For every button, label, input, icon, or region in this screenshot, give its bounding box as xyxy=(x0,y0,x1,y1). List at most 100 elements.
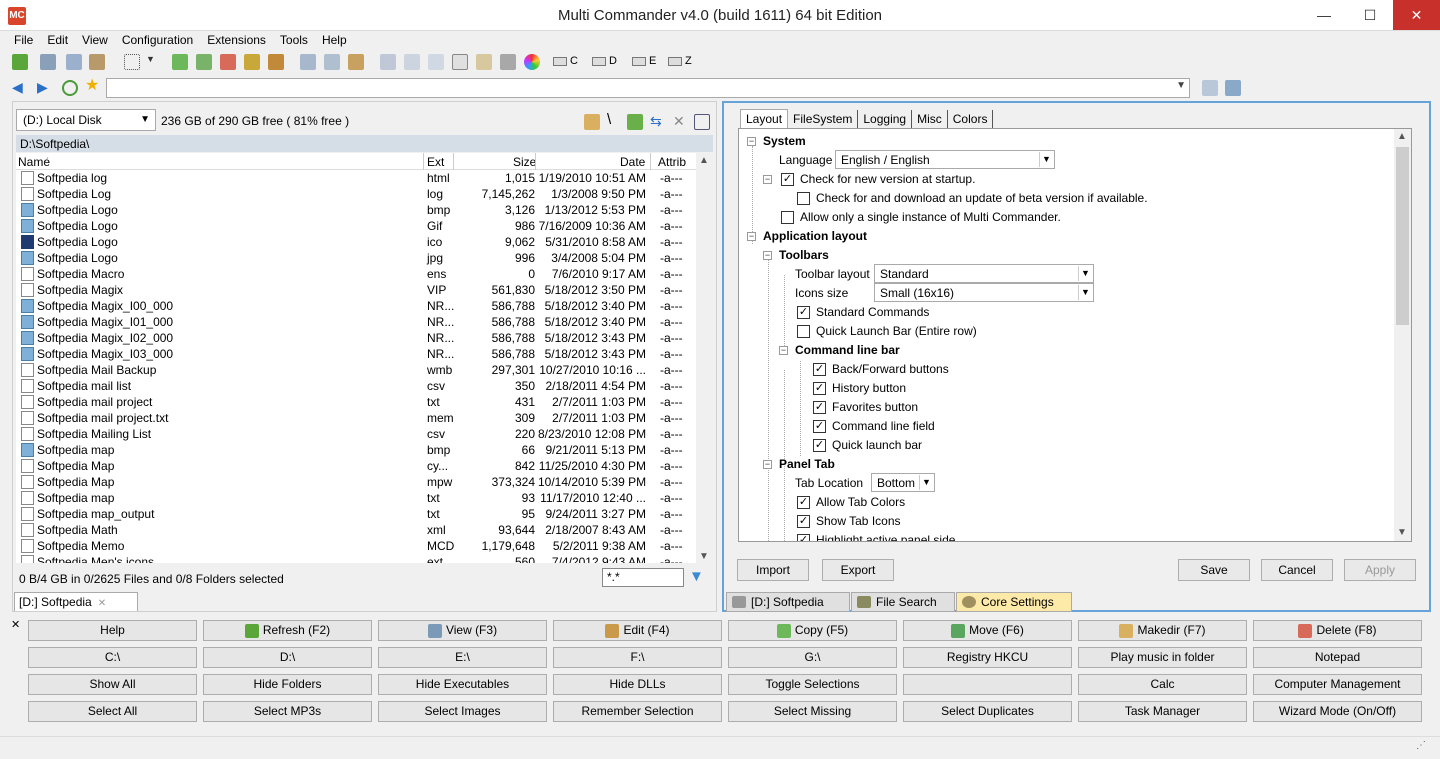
color-icon[interactable] xyxy=(524,54,540,70)
unpack-icon[interactable] xyxy=(268,54,284,70)
path-bar[interactable]: D:\Softpedia\ xyxy=(16,135,713,152)
quick-button-select-mp3s[interactable]: Select MP3s xyxy=(203,701,372,722)
history-icon[interactable] xyxy=(62,80,78,96)
sync-panels-icon[interactable]: ✕ xyxy=(673,114,689,130)
vertical-scrollbar[interactable]: ▲ ▼ xyxy=(696,153,713,563)
drive-c-button[interactable]: C xyxy=(553,55,578,67)
move-file-icon[interactable] xyxy=(196,54,212,70)
file-row[interactable]: Softpedia Math xml 93,644 2/18/2007 8:43 AM… xyxy=(16,522,696,538)
properties-icon[interactable] xyxy=(452,54,468,70)
quick-button-registry-hkcu[interactable]: Registry HKCU xyxy=(903,647,1072,668)
quick-button-copy-f5[interactable]: Copy (F5) xyxy=(728,620,897,641)
tab-core-settings[interactable]: Core Settings xyxy=(956,592,1072,612)
apply-button[interactable]: Apply xyxy=(1344,559,1416,581)
file-row[interactable]: Softpedia mail project.txt mem 309 2/7/2011… xyxy=(16,410,696,426)
file-row[interactable]: Softpedia Magix_I00_000 NR... 586,788 5/18/… xyxy=(16,298,696,314)
scroll-up-icon[interactable]: ▲ xyxy=(1397,131,1407,142)
file-row[interactable]: Softpedia Logo bmp 3,126 1/13/2012 5:53 PM -… xyxy=(16,202,696,218)
quick-button-view-f3[interactable]: View (F3) xyxy=(378,620,547,641)
column-ext[interactable]: Ext xyxy=(427,155,444,169)
cut-icon[interactable] xyxy=(40,54,56,70)
delete-file-icon[interactable] xyxy=(220,54,236,70)
file-row[interactable]: Softpedia Mail Backup wmb 297,301 10/27/201… xyxy=(16,362,696,378)
scroll-down-icon[interactable]: ▼ xyxy=(699,551,709,562)
filter-input[interactable]: *.* xyxy=(602,568,684,587)
quick-button-select-images[interactable]: Select Images xyxy=(378,701,547,722)
quick-button-help[interactable]: Help xyxy=(28,620,197,641)
collapse-check-version-icon[interactable]: − xyxy=(763,175,772,184)
menu-file[interactable]: File xyxy=(7,31,40,49)
quick-button-delete-f8[interactable]: Delete (F8) xyxy=(1253,620,1422,641)
quick-button-g[interactable]: G:\ xyxy=(728,647,897,668)
column-date[interactable]: Date xyxy=(620,155,645,169)
drive-z-button[interactable]: Z xyxy=(668,55,692,67)
swap-panels-icon[interactable]: ⇆ xyxy=(650,114,666,130)
tab-colors[interactable]: Colors xyxy=(948,110,994,128)
file-row[interactable]: Softpedia Logo Gif 986 7/16/2009 10:36 AM -a… xyxy=(16,218,696,234)
quick-button-f[interactable]: F:\ xyxy=(553,647,722,668)
scrollbar-thumb[interactable] xyxy=(1396,147,1409,325)
file-row[interactable]: Softpedia Map mpw 373,324 10/14/2010 5:39 P… xyxy=(16,474,696,490)
file-row[interactable]: Softpedia Memo MCD 1,179,648 5/2/2011 9:38 … xyxy=(16,538,696,554)
tab-layout[interactable]: Layout xyxy=(740,109,789,128)
menu-edit[interactable]: Edit xyxy=(40,31,75,49)
column-attrib[interactable]: Attrib xyxy=(658,155,686,169)
file-row[interactable]: Softpedia Map cy... 842 11/25/2010 4:30 PM -… xyxy=(16,458,696,474)
back-forward-checkbox[interactable]: ✓ xyxy=(813,363,826,376)
select-icon[interactable] xyxy=(124,54,140,70)
chevron-down-icon[interactable]: ▼ xyxy=(1176,80,1186,91)
file-row[interactable]: Softpedia Logo jpg 996 3/4/2008 5:04 PM -a--… xyxy=(16,250,696,266)
file-row[interactable]: Softpedia Magix_I01_000 NR... 586,788 5/18/… xyxy=(16,314,696,330)
tab-d-softpedia-right[interactable]: [D:] Softpedia xyxy=(726,592,850,612)
menu-tools[interactable]: Tools xyxy=(273,31,315,49)
select-dropdown-icon[interactable]: ▼ xyxy=(146,54,156,70)
collapse-cmdline-bar-icon[interactable]: − xyxy=(779,346,788,355)
menu-extensions[interactable]: Extensions xyxy=(200,31,273,49)
file-row[interactable]: Softpedia Magix_I03_000 NR... 586,788 5/18/… xyxy=(16,346,696,362)
export-button[interactable]: Export xyxy=(822,559,894,581)
file-row[interactable]: Softpedia map_output txt 95 9/24/2011 3:27 … xyxy=(16,506,696,522)
quick-button-notepad[interactable]: Notepad xyxy=(1253,647,1422,668)
drive-select[interactable]: (D:) Local Disk ▼ xyxy=(16,109,156,131)
back-arrow-icon[interactable]: ◀ xyxy=(12,80,28,96)
search-file-icon[interactable] xyxy=(324,54,340,70)
new-file-icon[interactable] xyxy=(172,54,188,70)
close-button[interactable]: ✕ xyxy=(1393,0,1440,30)
tab-d-softpedia-left[interactable]: [D:] Softpedia ✕ xyxy=(14,592,138,611)
quick-button-play-music-in-folder[interactable]: Play music in folder xyxy=(1078,647,1247,668)
file-row[interactable]: Softpedia map txt 93 11/17/2010 12:40 ... -a… xyxy=(16,490,696,506)
icons-size-select[interactable]: Small (16x16) ▼ xyxy=(874,283,1094,302)
column-divider[interactable] xyxy=(453,153,454,170)
quick-button-c[interactable]: C:\ xyxy=(28,647,197,668)
file-row[interactable]: Softpedia mail project txt 431 2/7/2011 1:0… xyxy=(16,394,696,410)
collapse-toolbars-icon[interactable]: − xyxy=(763,251,772,260)
single-instance-checkbox[interactable] xyxy=(781,211,794,224)
quick-button-makedir-f7[interactable]: Makedir (F7) xyxy=(1078,620,1247,641)
tab-file-search[interactable]: File Search xyxy=(851,592,955,612)
tab-location-select[interactable]: Bottom ▼ xyxy=(871,473,935,492)
drive-d-button[interactable]: D xyxy=(592,55,617,67)
toolbar-layout-select[interactable]: Standard ▼ xyxy=(874,264,1094,283)
quick-launch-bar-checkbox[interactable]: ✓ xyxy=(813,439,826,452)
collapse-app-layout-icon[interactable]: − xyxy=(747,232,756,241)
quick-button-calc[interactable]: Calc xyxy=(1078,674,1247,695)
allow-tab-colors-checkbox[interactable]: ✓ xyxy=(797,496,810,509)
file-row[interactable]: Softpedia Men's icons ext 560 7/4/2012 9:43… xyxy=(16,554,696,563)
root-icon[interactable]: \ xyxy=(607,112,623,128)
calculator-icon[interactable] xyxy=(1225,80,1241,96)
history-checkbox[interactable]: ✓ xyxy=(813,382,826,395)
menu-configuration[interactable]: Configuration xyxy=(115,31,200,49)
minimize-button[interactable]: — xyxy=(1301,0,1347,30)
quick-button-remember-selection[interactable]: Remember Selection xyxy=(553,701,722,722)
quick-button-empty[interactable] xyxy=(903,674,1072,695)
find-folder-icon[interactable] xyxy=(348,54,364,70)
copy-icon[interactable] xyxy=(66,54,82,70)
favorites-checkbox[interactable]: ✓ xyxy=(813,401,826,414)
save-button[interactable]: Save xyxy=(1178,559,1250,581)
close-tab-icon[interactable]: ✕ xyxy=(98,598,106,609)
pack-icon[interactable] xyxy=(244,54,260,70)
menu-help[interactable]: Help xyxy=(315,31,354,49)
show-tab-icons-checkbox[interactable]: ✓ xyxy=(797,515,810,528)
language-select[interactable]: English / English ▼ xyxy=(835,150,1055,169)
file-row[interactable]: Softpedia map bmp 66 9/21/2011 5:13 PM -a--- xyxy=(16,442,696,458)
